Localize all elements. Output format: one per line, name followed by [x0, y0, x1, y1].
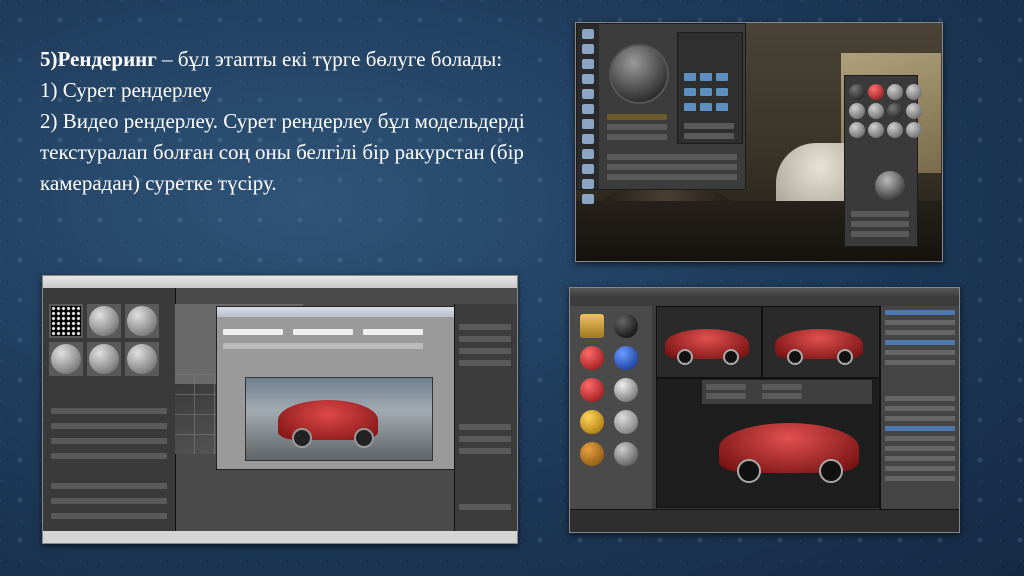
item-photo-render: 1) Сурет рендерлеу	[40, 78, 213, 102]
screenshot-material-editor	[575, 22, 943, 262]
screenshot-render-window	[42, 275, 518, 544]
main-render-viewport[interactable]	[656, 378, 880, 508]
slide-heading: 5)Рендеринг – бұл этапты екі түрге бөлуг…	[40, 44, 540, 75]
render-window-body	[217, 317, 457, 469]
rendered-frame-window	[216, 306, 458, 470]
status-bar	[43, 531, 517, 543]
heading-bold: 5)Рендеринг	[40, 47, 157, 71]
item-video-render: 2) Видео рендерлеу. Сурет рендерлеу бұл …	[40, 109, 525, 195]
render-properties-strip	[701, 379, 873, 405]
material-sample-slots	[849, 84, 922, 138]
app-menubar-dark	[570, 288, 959, 298]
render-window-title	[217, 307, 457, 317]
slide-text: 5)Рендеринг – бұл этапты екі түрге бөлуг…	[40, 44, 540, 199]
properties-panel	[880, 306, 959, 528]
viewport-left-car[interactable]	[656, 306, 762, 378]
material-params-panel	[677, 32, 743, 144]
material-editor-panel	[43, 288, 176, 543]
material-editor-window	[576, 23, 746, 204]
app-menubar	[43, 276, 517, 288]
command-panel	[454, 304, 517, 543]
material-library	[570, 306, 652, 528]
timeline[interactable]	[570, 509, 959, 532]
material-preview-sphere	[609, 44, 669, 104]
material-toolbar	[577, 24, 599, 204]
viewport-right-car[interactable]	[762, 306, 880, 378]
selected-material-sphere	[875, 171, 905, 201]
material-browser-window	[844, 75, 922, 247]
rendered-car-image	[245, 377, 433, 461]
screenshot-shader-library	[569, 287, 960, 533]
heading-rest: – бұл этапты екі түрге бөлуге болады:	[156, 47, 503, 71]
